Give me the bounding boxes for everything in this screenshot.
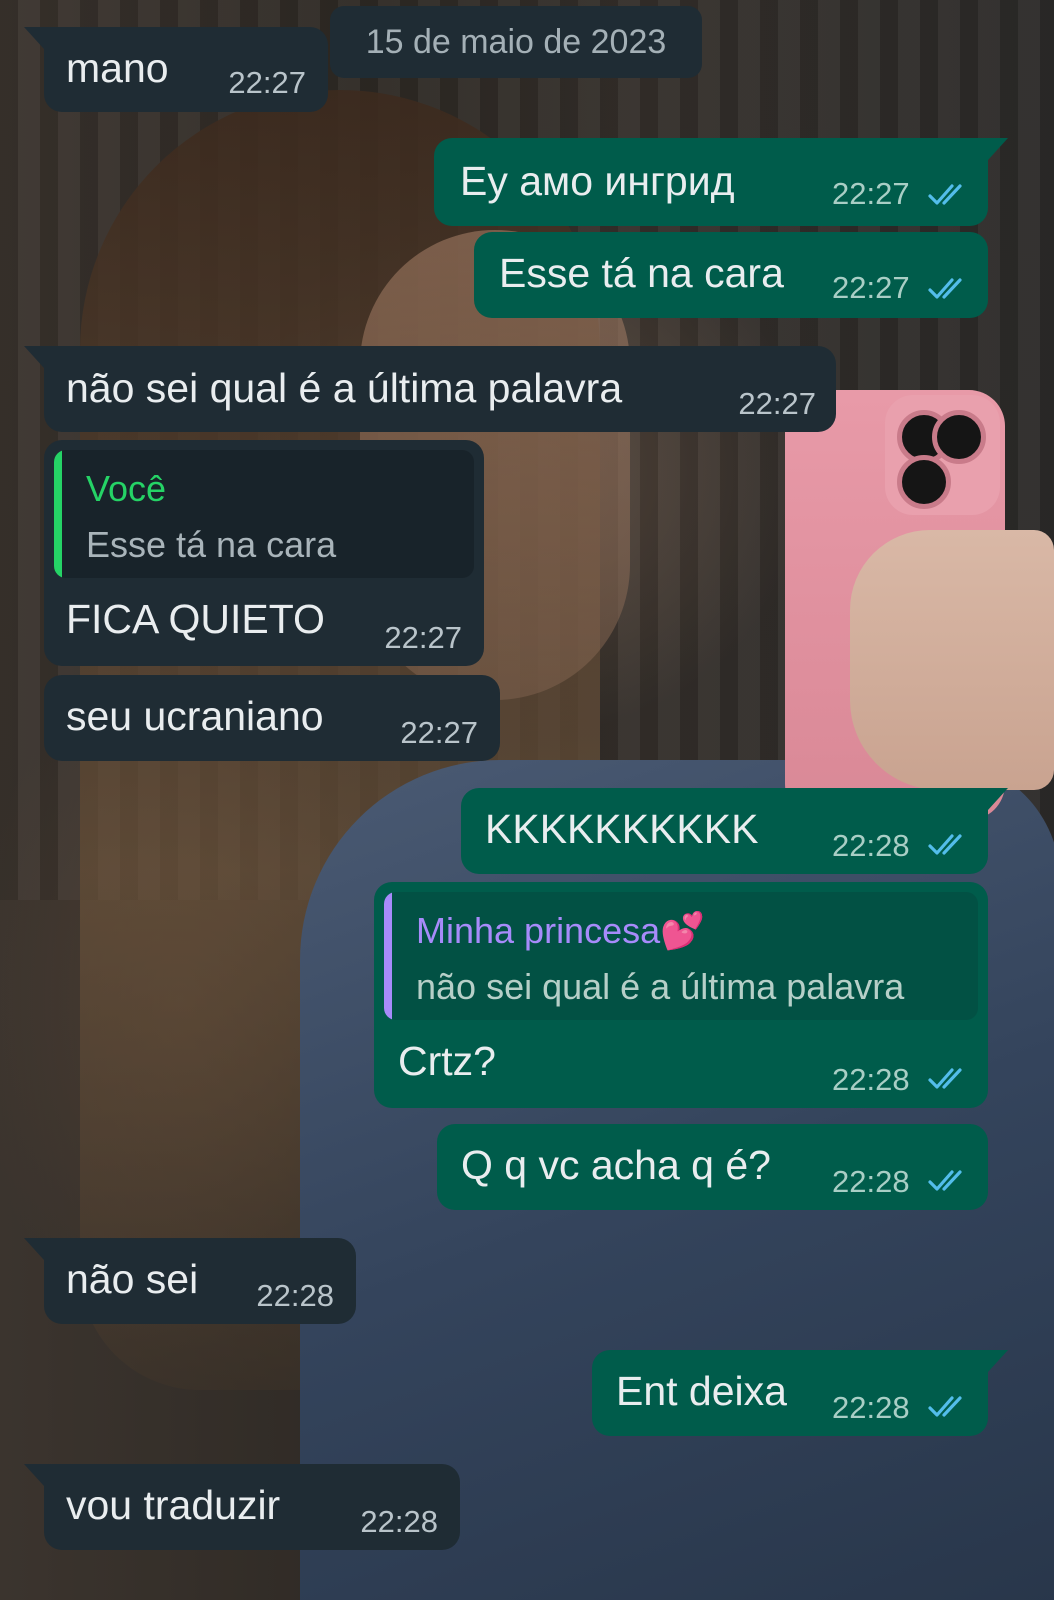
message-text: Crtz?: [398, 1038, 496, 1084]
quoted-author: Minha princesa💕: [416, 910, 705, 951]
message-time: 22:28: [256, 1278, 334, 1313]
message-incoming-reply[interactable]: Você Esse tá na cara FICA QUIETO 22:27: [44, 440, 484, 666]
message-text: Q q vc acha q é?: [461, 1142, 771, 1188]
message-text: seu ucraniano: [66, 693, 324, 739]
quoted-message[interactable]: Você Esse tá na cara: [54, 450, 474, 578]
quoted-message[interactable]: Minha princesa💕 não sei qual é a última …: [384, 892, 978, 1020]
message-time: 22:27: [400, 715, 478, 750]
quoted-text: Esse tá na cara: [86, 524, 337, 565]
message-outgoing[interactable]: Еу амо ингрид 22:27: [434, 138, 1008, 226]
double-check-icon: [928, 1170, 962, 1191]
message-time: 22:28: [832, 1390, 910, 1425]
message-outgoing[interactable]: Ent deixa 22:28: [592, 1350, 1008, 1436]
message-text: FICA QUIETO: [66, 596, 325, 642]
message-time: 22:28: [832, 1164, 910, 1199]
message-text: vou traduzir: [66, 1482, 281, 1528]
message-outgoing[interactable]: KKKKKKKKKK 22:28: [461, 788, 1008, 874]
message-incoming[interactable]: mano 22:27: [24, 27, 328, 112]
double-check-icon: [928, 1068, 962, 1089]
message-time: 22:27: [832, 270, 910, 305]
message-text: Esse tá na cara: [499, 250, 784, 296]
date-chip: 15 de maio de 2023: [330, 6, 702, 78]
message-time: 22:27: [384, 620, 462, 655]
message-time: 22:28: [360, 1504, 438, 1539]
message-text: Ent deixa: [616, 1368, 787, 1414]
message-text: não sei qual é a última palavra: [66, 365, 623, 411]
message-time: 22:27: [832, 176, 910, 211]
double-check-icon: [928, 1396, 962, 1417]
double-check-icon: [928, 184, 962, 205]
message-time: 22:28: [832, 828, 910, 863]
message-text: Еу амо ингрид: [460, 158, 735, 204]
message-text: não sei: [66, 1256, 199, 1302]
message-outgoing[interactable]: Q q vc acha q é? 22:28: [437, 1124, 988, 1210]
message-incoming[interactable]: não sei qual é a última palavra 22:27: [24, 346, 836, 432]
message-incoming[interactable]: vou traduzir 22:28: [24, 1464, 460, 1550]
message-incoming[interactable]: seu ucraniano 22:27: [44, 675, 500, 761]
message-time: 22:28: [832, 1062, 910, 1097]
message-list[interactable]: 15 de maio de 2023 mano 22:27 Еу амо инг…: [0, 0, 1054, 1600]
message-text: mano: [66, 45, 169, 91]
message-time: 22:27: [228, 65, 306, 100]
quoted-text: não sei qual é a última palavra: [416, 966, 905, 1007]
message-outgoing[interactable]: Esse tá na cara 22:27: [474, 232, 988, 318]
double-check-icon: [928, 278, 962, 299]
message-outgoing-reply[interactable]: Minha princesa💕 não sei qual é a última …: [374, 882, 988, 1108]
message-text: KKKKKKKKKK: [485, 806, 759, 852]
double-check-icon: [928, 834, 962, 855]
message-incoming[interactable]: não sei 22:28: [24, 1238, 356, 1324]
quoted-author: Você: [86, 468, 167, 509]
message-time: 22:27: [738, 386, 816, 421]
